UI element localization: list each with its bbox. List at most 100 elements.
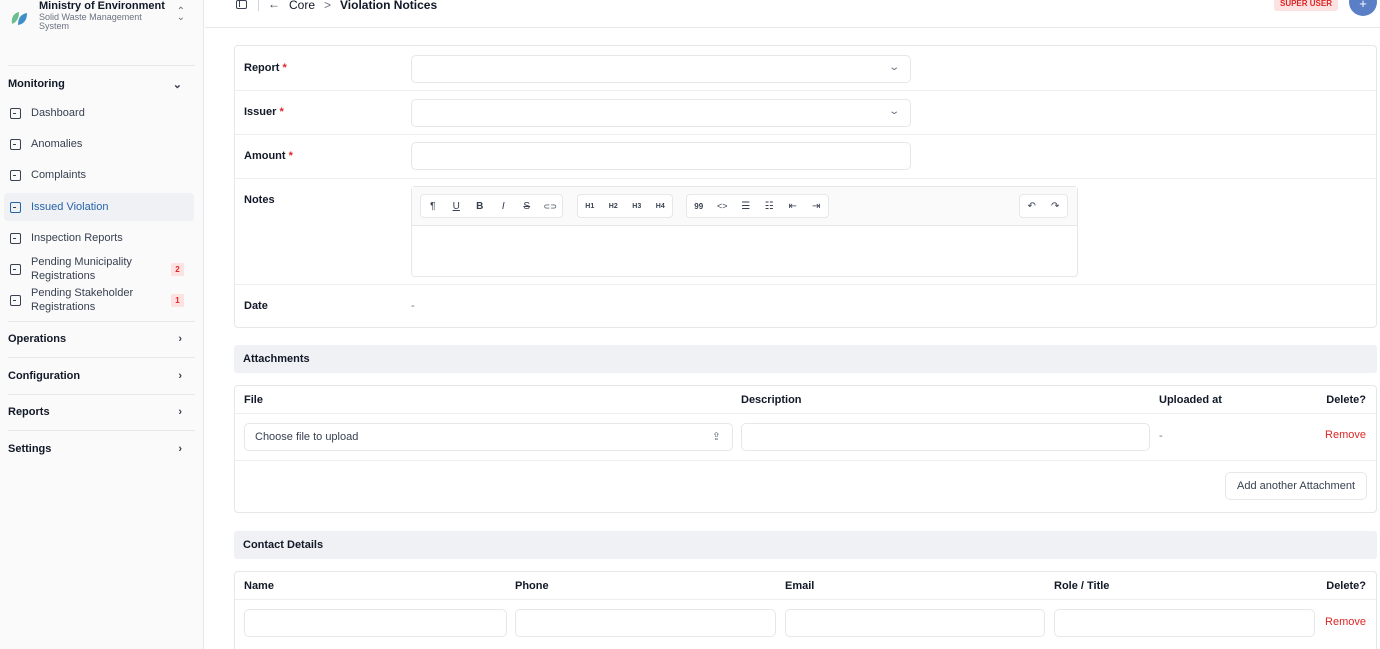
- sidebar-item-label: Issued Violation: [31, 201, 109, 213]
- report-select[interactable]: ⌄: [411, 55, 911, 83]
- ordered-list-icon[interactable]: ☷: [758, 201, 782, 212]
- avatar[interactable]: +: [1349, 0, 1377, 16]
- form-row-amount: Amount *: [235, 135, 1376, 179]
- sidebar-item-pending-municipality[interactable]: Pending Municipality Registrations 2: [4, 255, 194, 283]
- back-arrow-icon[interactable]: ←: [268, 0, 280, 11]
- sidebar-divider: [8, 430, 195, 431]
- col-delete-header: Delete?: [1326, 580, 1366, 592]
- outdent-icon[interactable]: ⇤: [781, 201, 805, 212]
- toolbar-group-headings: H1 H2 H3 H4: [577, 194, 673, 218]
- chevron-up-down-icon[interactable]: ⌃ ⌄: [177, 7, 185, 23]
- col-file-header: File: [244, 394, 263, 406]
- nav-group-reports[interactable]: Reports ›: [0, 399, 204, 425]
- link-icon[interactable]: ⊂⊃: [539, 202, 563, 211]
- notes-editor[interactable]: ¶ U B I S ⊂⊃ H1 H2 H3 H4 99 <> ☰ ☷ ⇤ ⇥ ↶…: [411, 186, 1078, 277]
- sidebar-toggle-icon[interactable]: [236, 0, 247, 9]
- blockquote-icon[interactable]: 99: [687, 202, 711, 211]
- nav-group-label: Configuration: [8, 370, 81, 382]
- violation-form: Report * ⌄ Issuer * ⌄ Amount * Notes ¶ U…: [234, 45, 1377, 328]
- col-phone-header: Phone: [515, 580, 549, 592]
- contact-email-input[interactable]: [785, 609, 1045, 637]
- amount-input[interactable]: [411, 142, 911, 170]
- report-label: Report *: [244, 62, 287, 74]
- code-icon[interactable]: <>: [711, 201, 735, 211]
- sidebar-item-dashboard[interactable]: Dashboard: [4, 99, 194, 127]
- page-title: Violation Notices: [340, 0, 438, 12]
- nav-group-label: Reports: [8, 406, 50, 418]
- remove-contact-link[interactable]: Remove: [1325, 616, 1366, 628]
- remove-attachment-link[interactable]: Remove: [1325, 429, 1366, 441]
- sidebar-item-anomalies[interactable]: Anomalies: [4, 130, 194, 158]
- clipboard-icon: [10, 232, 21, 244]
- form-row-report: Report * ⌄: [235, 46, 1376, 91]
- table-row: Choose file to upload ⇪ - Remove: [235, 414, 1376, 461]
- nav-group-settings[interactable]: Settings ›: [0, 436, 204, 462]
- col-name-header: Name: [244, 580, 274, 592]
- description-input[interactable]: [741, 423, 1150, 451]
- paragraph-icon[interactable]: ¶: [421, 201, 445, 212]
- indent-icon[interactable]: ⇥: [805, 201, 829, 212]
- sidebar-item-pending-stakeholder[interactable]: Pending Stakeholder Registrations 1: [4, 286, 194, 314]
- sidebar-item-issued-violation[interactable]: Issued Violation: [4, 193, 194, 221]
- nav-group-label: Monitoring: [8, 78, 65, 90]
- chevron-down-icon: ⌄: [887, 62, 900, 73]
- undo-icon[interactable]: ↶: [1020, 201, 1044, 212]
- heading4-icon[interactable]: H4: [649, 203, 673, 210]
- upload-icon: ⇪: [711, 431, 721, 443]
- sidebar-item-label: Pending Stakeholder Registrations: [31, 287, 134, 313]
- bold-icon[interactable]: B: [468, 201, 492, 212]
- bullet-list-icon[interactable]: ☰: [734, 201, 758, 212]
- nav-group-label: Settings: [8, 443, 52, 455]
- clipboard-icon: [10, 107, 21, 119]
- underline-icon[interactable]: U: [445, 201, 469, 212]
- contact-name-input[interactable]: [244, 609, 507, 637]
- sidebar-item-complaints[interactable]: Complaints: [4, 161, 194, 189]
- toolbar-group-history: ↶ ↷: [1019, 194, 1068, 218]
- contact-phone-input[interactable]: [515, 609, 776, 637]
- chevron-right-icon: ›: [178, 370, 182, 382]
- form-row-notes: Notes ¶ U B I S ⊂⊃ H1 H2 H3 H4 99 <> ☰ ☷…: [235, 179, 1376, 285]
- nav-group-operations[interactable]: Operations ›: [0, 326, 204, 352]
- file-input-placeholder: Choose file to upload: [255, 431, 359, 443]
- nav-group-monitoring[interactable]: Monitoring ⌄: [0, 71, 204, 97]
- nav-group-configuration[interactable]: Configuration ›: [0, 363, 204, 389]
- heading3-icon[interactable]: H3: [625, 203, 649, 210]
- nav-group-label: Operations: [8, 333, 67, 345]
- strikethrough-icon[interactable]: S: [515, 201, 539, 212]
- sidebar-divider: [8, 394, 195, 395]
- issuer-label: Issuer *: [244, 106, 284, 118]
- editor-toolbar: ¶ U B I S ⊂⊃ H1 H2 H3 H4 99 <> ☰ ☷ ⇤ ⇥ ↶…: [412, 187, 1077, 226]
- clipboard-icon: [10, 294, 21, 306]
- count-badge: 1: [171, 293, 184, 307]
- clipboard-icon: [10, 263, 21, 275]
- sidebar: Ministry of Environment Solid Waste Mana…: [0, 0, 204, 649]
- amount-label: Amount *: [244, 150, 293, 162]
- chevron-right-icon: ›: [178, 406, 182, 418]
- role-badge: SUPER USER: [1273, 0, 1338, 11]
- sidebar-item-inspection-reports[interactable]: Inspection Reports: [4, 224, 194, 252]
- col-email-header: Email: [785, 580, 815, 592]
- leaf-logo-icon: [11, 12, 27, 25]
- date-label: Date: [244, 300, 268, 312]
- heading2-icon[interactable]: H2: [602, 203, 626, 210]
- org-switcher[interactable]: Ministry of Environment Solid Waste Mana…: [0, 0, 203, 40]
- toolbar-group-format: ¶ U B I S ⊂⊃: [420, 194, 563, 218]
- contacts-table: Name Phone Email Role / Title Delete? Re…: [234, 571, 1377, 649]
- sidebar-divider: [8, 65, 195, 66]
- file-upload-input[interactable]: Choose file to upload ⇪: [244, 423, 733, 451]
- heading1-icon[interactable]: H1: [578, 203, 602, 210]
- topbar: ← Core > Violation Notices SUPER USER +: [205, 0, 1380, 28]
- sidebar-divider: [8, 321, 195, 322]
- clipboard-icon: [10, 169, 21, 181]
- count-badge: 2: [171, 262, 184, 276]
- contacts-header: Contact Details: [234, 531, 1377, 559]
- col-uploaded-header: Uploaded at: [1159, 394, 1222, 406]
- contact-role-input[interactable]: [1054, 609, 1315, 637]
- italic-icon[interactable]: I: [492, 201, 516, 212]
- breadcrumb-core[interactable]: Core: [289, 0, 315, 12]
- table-header-row: Name Phone Email Role / Title Delete?: [235, 572, 1376, 600]
- redo-icon[interactable]: ↷: [1044, 201, 1068, 212]
- add-attachment-button[interactable]: Add another Attachment: [1225, 472, 1367, 500]
- issuer-select[interactable]: ⌄: [411, 99, 911, 127]
- chevron-right-icon: ›: [178, 443, 182, 455]
